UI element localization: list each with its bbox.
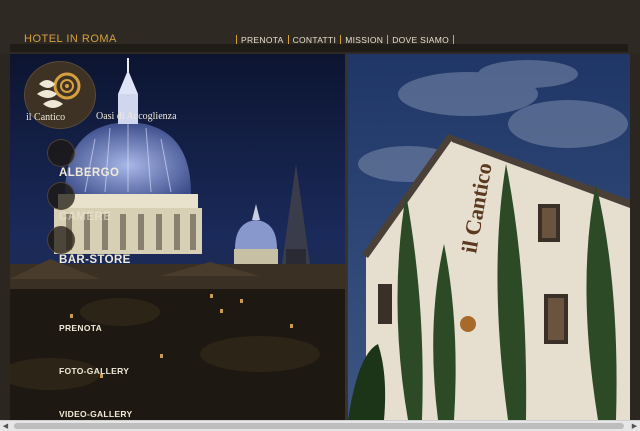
menu-video-gallery[interactable]: VIDEO-GALLERY: [59, 409, 132, 419]
menu-foto-gallery[interactable]: FOTO-GALLERY: [59, 366, 129, 376]
scrollbar-thumb[interactable]: [14, 423, 624, 429]
header-strip: [10, 44, 628, 52]
tagline: Oasi di Accoglienza: [96, 111, 177, 122]
page: HOTEL IN ROMA PRENOTA CONTATTI MISSION D…: [0, 0, 640, 431]
spiral-logo-icon: [37, 72, 81, 108]
horizontal-scrollbar[interactable]: ◀ ▶: [0, 420, 640, 431]
bar-store-circle-icon: [47, 226, 75, 254]
menu-bar-store[interactable]: BAR-STORE: [59, 254, 131, 266]
scroll-right-arrow-icon[interactable]: ▶: [629, 421, 640, 431]
scroll-left-arrow-icon[interactable]: ◀: [0, 421, 11, 431]
menu-camere[interactable]: CAMERE: [59, 211, 111, 223]
menu-prenota[interactable]: PRENOTA: [59, 323, 102, 333]
camere-circle-icon: [47, 182, 75, 210]
logo-name: il Cantico: [26, 112, 66, 123]
hotel-facade-illustration: il Cantico: [348, 54, 630, 420]
hotel-facade-photo: il Cantico: [348, 54, 630, 420]
albergo-circle-icon: [47, 139, 75, 167]
menu-albergo[interactable]: ALBERGO: [59, 167, 119, 179]
